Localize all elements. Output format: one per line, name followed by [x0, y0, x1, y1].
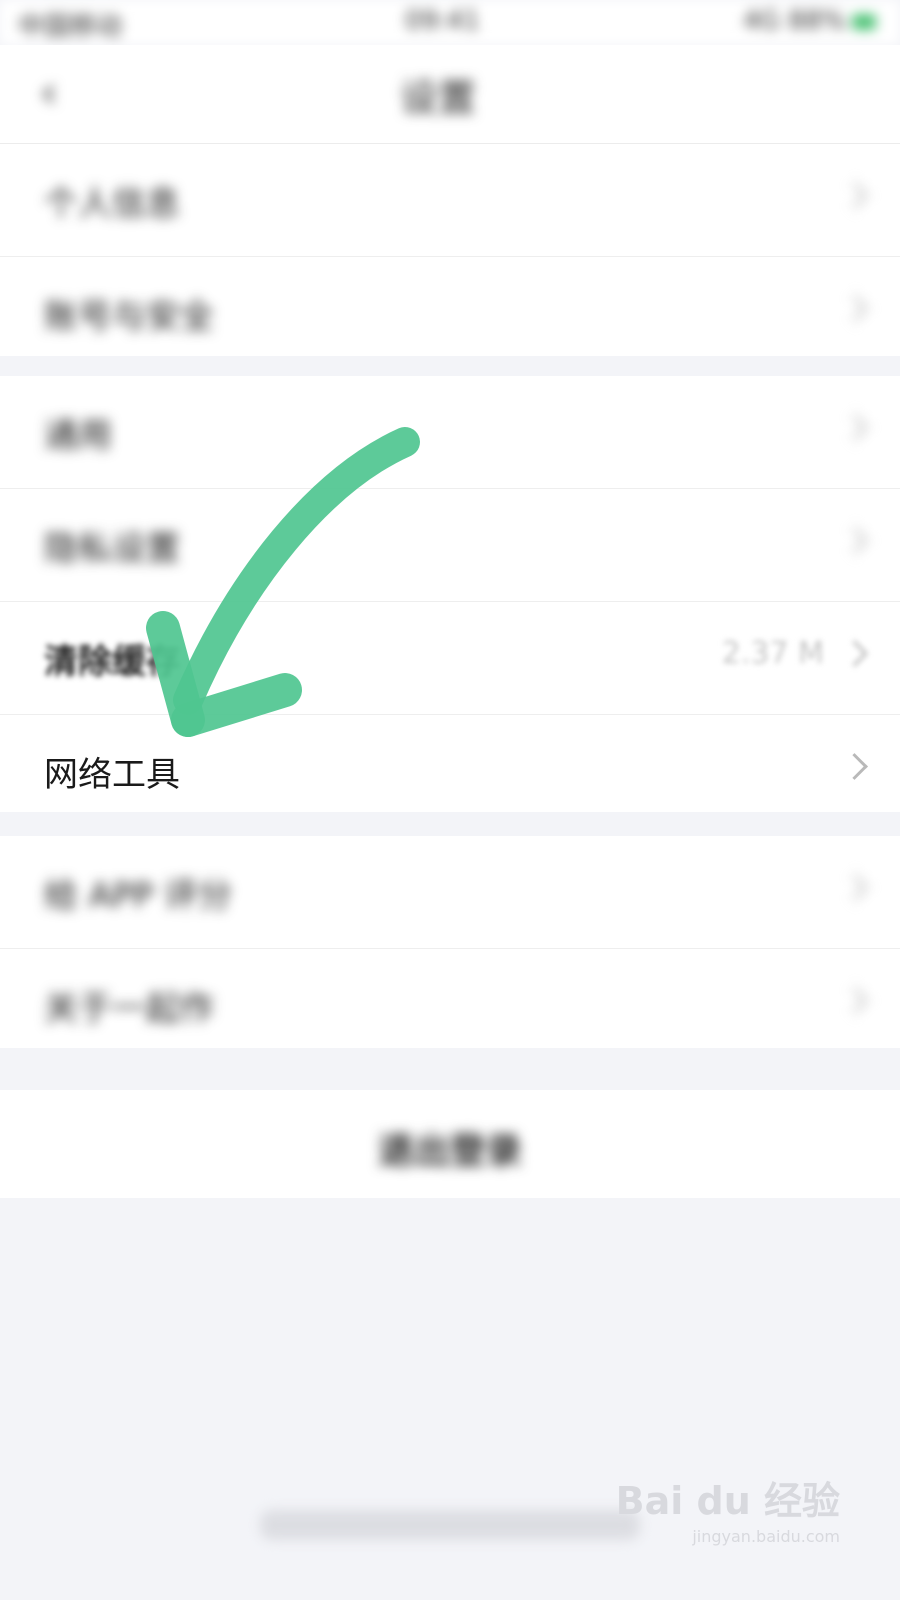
baidu-watermark: Bai du 经验 jingyan.baidu.com — [616, 1470, 840, 1546]
watermark-url: jingyan.baidu.com — [692, 1527, 840, 1546]
arrow-shaft — [173, 427, 420, 715]
annotation-arrow-icon — [146, 427, 420, 737]
watermark-logo: Bai du 经验 — [615, 1479, 840, 1523]
